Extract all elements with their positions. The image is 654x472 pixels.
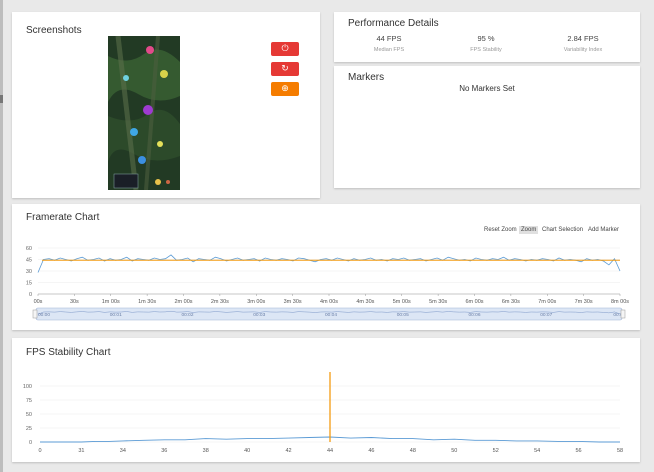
navigator-label: 00:07	[540, 312, 552, 318]
navigator-label: 00:06	[468, 312, 480, 318]
x-tick-label: 58	[617, 448, 623, 454]
game-screenshot-image	[108, 36, 180, 190]
fps-stability-chart[interactable]: 0 25 50 75 100 0 31 34 36 38 40 42 44 46 48 50 52 54 56 58	[12, 338, 640, 462]
x-tick-label: 1m 30s	[138, 299, 156, 305]
y-tick-label: 15	[26, 281, 32, 287]
refresh-button[interactable]: ↻	[271, 62, 299, 76]
fps-stability-label: FPS Stability	[470, 47, 502, 53]
scroll-marker	[0, 95, 3, 103]
screenshots-title: Screenshots	[26, 25, 82, 36]
navigator-label: 00:02	[181, 312, 193, 318]
y-tick-label: 45	[26, 258, 32, 264]
screenshot-thumbnail[interactable]	[108, 36, 180, 190]
framerate-chart[interactable]: 0 15 30 45 60 00s 30s 1m 00s 1m 30s 2m 00s 2m 30s 3…	[12, 204, 640, 330]
y-tick-label: 60	[26, 246, 32, 252]
x-tick-label: 3m 30s	[284, 299, 302, 305]
x-tick-label: 8m 00s	[611, 299, 629, 305]
x-tick-label: 6m 30s	[502, 299, 520, 305]
median-fps-label: Median FPS	[373, 47, 405, 53]
screenshots-card: Screenshots ⏻ ↻ ⊕	[12, 12, 320, 198]
x-tick-label: 00s	[34, 299, 43, 305]
variability-index-label: Variability Index	[563, 47, 603, 53]
y-tick-label: 0	[29, 292, 32, 298]
x-tick-label: 1m 00s	[102, 299, 120, 305]
fps-stability-chart-card: FPS Stability Chart 0 25 50 75 100 0 31 34 36 38 4…	[12, 338, 640, 462]
x-tick-label: 50	[451, 448, 457, 454]
x-tick-label: 5m 30s	[429, 299, 447, 305]
navigator-left-handle	[32, 309, 38, 319]
x-tick-label: 38	[203, 448, 209, 454]
x-tick-label: 44	[327, 448, 333, 454]
y-tick-label: 50	[26, 412, 32, 418]
navigator-label: 00:05	[397, 312, 409, 318]
x-tick-label: 48	[410, 448, 416, 454]
navigator-right-handle	[620, 309, 626, 319]
framerate-chart-card: Framerate Chart Reset Zoom Zoom Chart Se…	[12, 204, 640, 330]
power-icon: ⏻	[281, 44, 289, 54]
x-tick-label: 36	[161, 448, 167, 454]
y-tick-label: 75	[26, 398, 32, 404]
x-tick-label: 31	[78, 448, 84, 454]
y-tick-label: 100	[23, 384, 32, 390]
no-markers-message: No Markers Set	[459, 84, 515, 93]
markers-card: Markers No Markers Set	[334, 66, 640, 188]
navigator-label: 00:04	[325, 312, 337, 318]
x-tick-label: 2m 00s	[174, 299, 192, 305]
fps-stability-stat: 95 % FPS Stability	[436, 34, 536, 53]
x-tick-label: 4m 30s	[356, 299, 374, 305]
x-tick-label: 52	[493, 448, 499, 454]
x-tick-label: 42	[286, 448, 292, 454]
y-tick-label: 0	[29, 440, 32, 446]
x-tick-label: 3m 00s	[247, 299, 265, 305]
navigator-label: 00:03	[253, 312, 265, 318]
x-tick-label: 54	[534, 448, 540, 454]
window-edge	[0, 0, 3, 472]
performance-details-card: Performance Details 44 FPS Median FPS 95…	[334, 12, 640, 62]
x-tick-label: 30s	[70, 299, 79, 305]
x-tick-label: 5m 00s	[393, 299, 411, 305]
variability-index-value: 2.84 FPS	[567, 34, 599, 43]
x-tick-label: 0	[38, 448, 41, 454]
refresh-icon: ↻	[281, 64, 289, 74]
variability-index-stat: 2.84 FPS Variability Index	[533, 34, 633, 53]
x-tick-label: 7m 30s	[575, 299, 593, 305]
median-fps-value: 44 FPS	[376, 34, 402, 43]
power-button[interactable]: ⏻	[271, 42, 299, 56]
x-tick-label: 7m 00s	[538, 299, 556, 305]
fps-stability-value: 95 %	[477, 34, 495, 43]
x-tick-label: 46	[368, 448, 374, 454]
x-tick-label: 6m 00s	[465, 299, 483, 305]
x-tick-label: 56	[576, 448, 582, 454]
fps-series-line	[37, 254, 621, 273]
x-tick-label: 40	[244, 448, 250, 454]
x-tick-label: 34	[120, 448, 126, 454]
markers-title: Markers	[348, 72, 385, 83]
zoom-button[interactable]: ⊕	[271, 82, 299, 96]
y-tick-label: 25	[26, 426, 32, 432]
x-tick-label: 4m 00s	[320, 299, 338, 305]
navigator-label: 00:01	[110, 312, 122, 318]
zoom-in-icon: ⊕	[281, 84, 289, 94]
median-fps-stat: 44 FPS Median FPS	[339, 34, 439, 53]
x-tick-label: 2m 30s	[211, 299, 229, 305]
performance-title: Performance Details	[348, 18, 439, 29]
navigator-label: 00:00	[38, 312, 50, 318]
y-tick-label: 30	[26, 269, 32, 275]
